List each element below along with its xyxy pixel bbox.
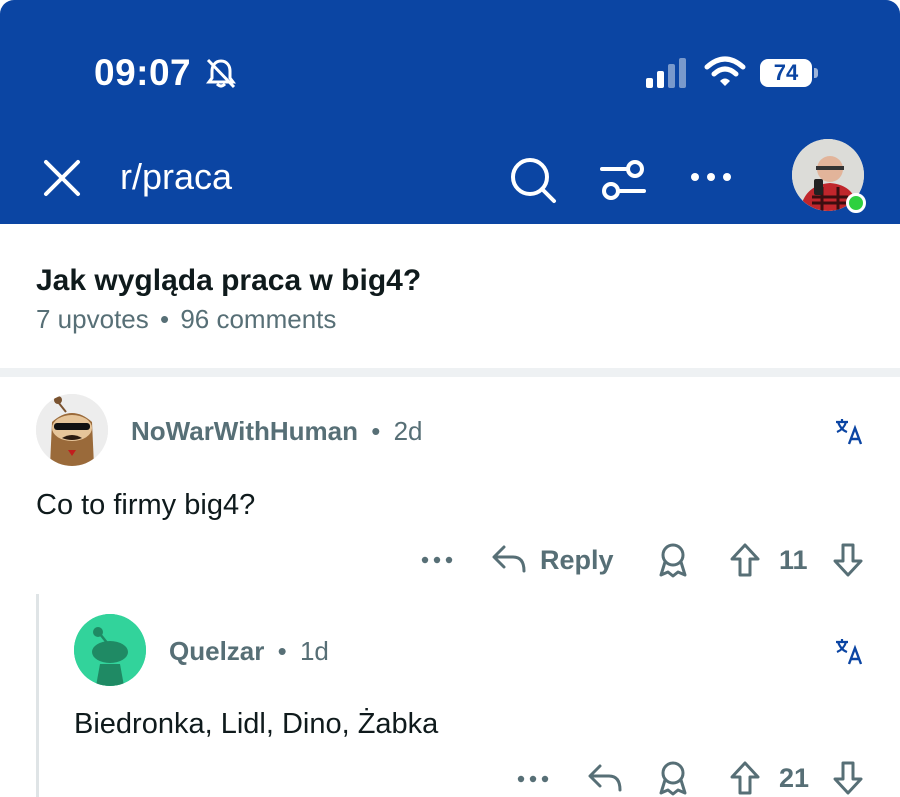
snoo-avatar-icon	[36, 394, 108, 466]
downvote-icon[interactable]	[832, 542, 864, 578]
post-header: Jak wygląda praca w big4? 7 upvotes • 96…	[0, 224, 900, 368]
thread-line[interactable]	[36, 594, 39, 797]
search-icon[interactable]	[508, 155, 558, 205]
section-divider	[0, 368, 900, 377]
comment-author[interactable]: Quelzar	[169, 636, 264, 666]
award-icon[interactable]	[656, 542, 690, 578]
comment-age: 2d	[393, 416, 423, 446]
author-separator: •	[371, 416, 381, 446]
upvote-icon[interactable]	[729, 542, 761, 578]
signal-icon	[646, 58, 686, 88]
upvote-icon[interactable]	[729, 760, 761, 796]
comment-author-line: Quelzar • 1d	[169, 636, 329, 667]
author-separator: •	[277, 636, 287, 666]
status-time: 09:07	[94, 52, 192, 93]
meta-separator: •	[159, 304, 170, 334]
app-header: 09:07 74 r/praca	[0, 0, 900, 224]
comment-author[interactable]: NoWarWithHuman	[131, 416, 358, 446]
reply-button[interactable]: Reply	[540, 545, 614, 576]
award-icon[interactable]	[656, 760, 690, 796]
comment-body: Co to firmy big4?	[36, 489, 256, 521]
comment-avatar[interactable]	[74, 614, 146, 686]
battery-indicator: 74	[760, 59, 818, 87]
comment-author-line: NoWarWithHuman • 2d	[131, 416, 423, 447]
reply-icon[interactable]	[491, 543, 527, 575]
comment-body: Biedronka, Lidl, Dino, Żabka	[74, 708, 439, 740]
battery-tip	[814, 68, 818, 78]
bell-muted-icon	[206, 58, 236, 89]
post-meta: 7 upvotes • 96 comments	[36, 304, 336, 335]
filter-icon[interactable]	[598, 155, 648, 205]
close-icon[interactable]	[42, 158, 82, 198]
wifi-icon	[704, 56, 746, 86]
battery-level: 74	[760, 59, 812, 87]
more-options-icon[interactable]	[420, 554, 454, 566]
translate-icon[interactable]	[834, 636, 864, 666]
downvote-icon[interactable]	[832, 760, 864, 796]
more-options-icon[interactable]	[688, 162, 734, 192]
comment-avatar[interactable]	[36, 394, 108, 466]
vote-count: 21	[779, 763, 810, 793]
more-options-icon[interactable]	[516, 773, 550, 785]
online-status-dot	[846, 193, 866, 213]
post-comments-count: 96 comments	[180, 304, 337, 334]
snoo-avatar-icon	[74, 614, 146, 686]
translate-icon[interactable]	[834, 416, 864, 446]
comment-age: 1d	[299, 636, 329, 666]
post-upvotes: 7 upvotes	[36, 304, 149, 334]
post-title[interactable]: Jak wygląda praca w big4?	[36, 264, 421, 298]
subreddit-title[interactable]: r/praca	[120, 156, 232, 198]
reply-icon[interactable]	[587, 762, 623, 794]
vote-count: 11	[779, 545, 808, 575]
